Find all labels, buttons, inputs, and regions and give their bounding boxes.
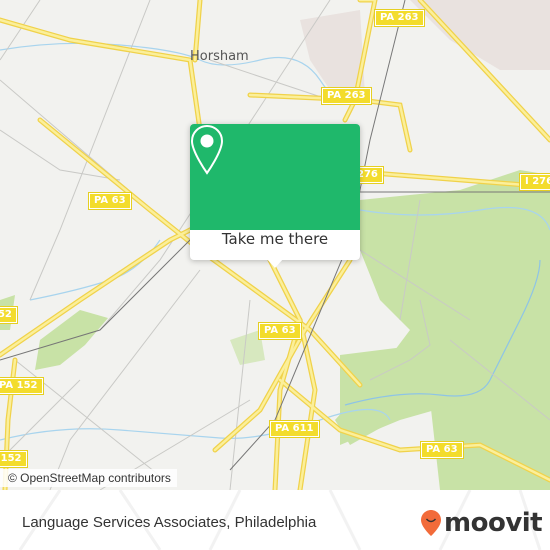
route-shield-pa152: PA 152 xyxy=(0,377,44,395)
brand-name: moovit xyxy=(444,508,543,538)
route-shield-i276: I 276 xyxy=(518,173,550,191)
route-shield-pa263: PA 263 xyxy=(374,9,425,27)
route-shield-pa152: PA 152 xyxy=(0,450,28,468)
popup-pointer xyxy=(266,258,284,268)
take-me-there-button[interactable]: Take me there xyxy=(190,230,360,260)
location-popup[interactable]: Take me there xyxy=(190,124,360,268)
route-shield-pa63: PA 63 xyxy=(88,192,132,210)
urban-area xyxy=(300,10,365,95)
map-canvas[interactable]: Horsham PA 263 PA 263 PA 63 I 276 276 15… xyxy=(0,0,550,490)
stream xyxy=(0,42,346,104)
footer-bar: Language Services Associates, Philadelph… xyxy=(0,490,550,550)
popup-header[interactable] xyxy=(190,124,360,230)
route-shield-pa611: PA 611 xyxy=(269,420,320,438)
place-title: Language Services Associates, Philadelph… xyxy=(22,514,317,531)
park xyxy=(35,310,108,370)
route-shield-pa63: PA 63 xyxy=(420,441,464,459)
route-shield-pa63: PA 63 xyxy=(258,322,302,340)
moovit-logo[interactable]: moovit xyxy=(420,508,543,538)
town-label-horsham: Horsham xyxy=(190,49,249,64)
route-shield-pa263: PA 263 xyxy=(321,87,372,105)
map-pin-icon xyxy=(190,124,224,175)
map-attribution[interactable]: © OpenStreetMap contributors xyxy=(0,469,177,487)
moovit-pin-icon xyxy=(421,510,441,536)
route-shield-pa152: 152 xyxy=(0,306,18,324)
